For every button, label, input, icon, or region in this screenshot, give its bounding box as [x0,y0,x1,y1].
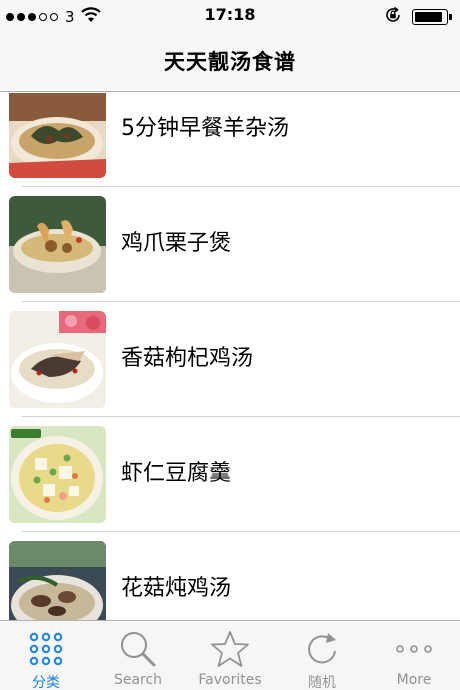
tab-more[interactable]: More [368,621,460,690]
status-bar: 3 17:18 [0,0,460,30]
tab-label: 分类 [32,675,60,690]
recipe-title: 鸡爪栗子煲 [121,231,232,256]
battery-icon [412,9,448,25]
list-item[interactable]: 虾仁豆腐羹 [0,417,460,532]
tab-label: Search [113,672,163,688]
list-item[interactable]: 5分钟早餐羊杂汤 [0,93,460,187]
battery-fill [415,12,442,22]
page-title: 天天靓汤食谱 [164,50,296,74]
status-right [384,6,452,28]
tab-random[interactable]: 随机 [276,621,368,690]
tab-favorites[interactable]: Favorites [184,621,276,690]
rotation-lock-icon [384,6,402,28]
tab-label: Favorites [198,672,262,688]
list-item[interactable]: 花菇炖鸡汤 [0,532,460,620]
refresh-icon [302,629,342,669]
tab-label: 随机 [308,675,336,690]
search-icon [118,629,158,669]
recipe-title: 虾仁豆腐羹 [121,461,232,486]
grid-dots-icon [26,629,66,669]
battery-tip [449,14,452,20]
recipe-title: 花菇炖鸡汤 [121,576,232,601]
recipe-thumbnail [9,196,106,293]
navigation-bar: 天天靓汤食谱 [0,30,460,92]
recipe-list[interactable]: 5分钟早餐羊杂汤 鸡爪栗子煲 香菇枸杞鸡汤 虾仁豆腐羹 花菇炖鸡汤 [0,93,460,620]
recipe-thumbnail [9,93,106,178]
list-item[interactable]: 鸡爪栗子煲 [0,187,460,302]
recipe-thumbnail [9,541,106,620]
list-item[interactable]: 香菇枸杞鸡汤 [0,302,460,417]
tab-bar: 分类 Search Favorites 随机 More [0,620,460,690]
tab-categories[interactable]: 分类 [0,621,92,690]
recipe-title: 香菇枸杞鸡汤 [121,346,254,371]
recipe-thumbnail [9,311,106,408]
more-dots-icon [394,629,434,669]
recipe-title: 5分钟早餐羊杂汤 [121,116,289,141]
tab-search[interactable]: Search [92,621,184,690]
tab-label: More [396,672,432,688]
star-icon [210,629,250,669]
recipe-thumbnail [9,426,106,523]
